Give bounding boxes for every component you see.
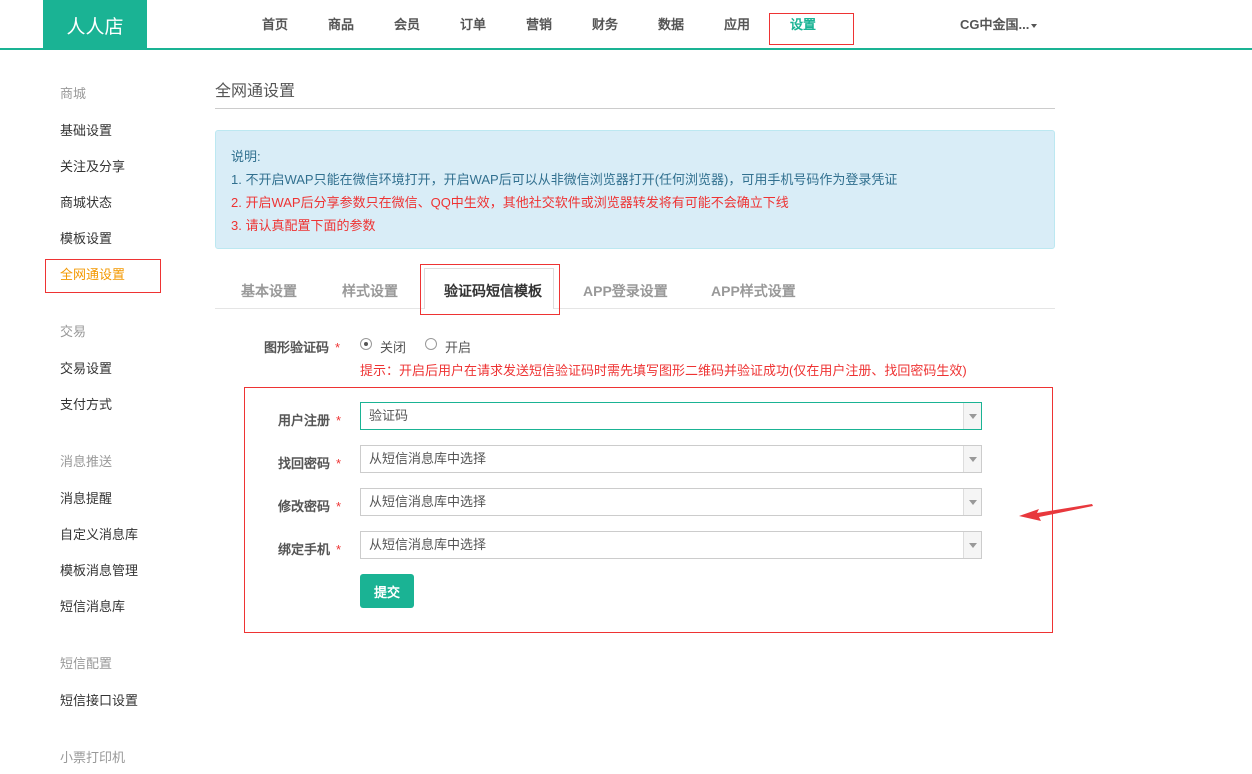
logo[interactable]: 人人店 xyxy=(43,0,147,50)
sidebar-group-messages: 消息推送 xyxy=(60,454,113,469)
change-password-template-select[interactable]: 从短信消息库中选择 xyxy=(360,488,982,516)
sidebar-item-template-message-management[interactable]: 模板消息管理 xyxy=(60,560,138,579)
nav-data[interactable]: 数据 xyxy=(658,0,684,50)
sidebar-item-template-settings[interactable]: 模板设置 xyxy=(60,228,112,247)
tab-basic-settings[interactable]: 基本设置 xyxy=(241,281,297,301)
captcha-label-text: 图形验证码 xyxy=(264,340,330,355)
register-template-value: 验证码 xyxy=(369,408,409,423)
required-mark: * xyxy=(336,542,342,557)
sidebar-item-custom-message-library[interactable]: 自定义消息库 xyxy=(60,524,138,543)
tab-sms-template[interactable]: 验证码短信模板 xyxy=(444,281,542,301)
sidebar-group-trade: 交易 xyxy=(60,324,87,339)
register-label: 用户注册 * xyxy=(278,410,341,429)
captcha-off-label[interactable]: 关闭 xyxy=(380,337,406,356)
dropdown-arrow-icon[interactable] xyxy=(963,403,981,429)
sidebar-active-highlight xyxy=(45,259,161,293)
change-password-label-text: 修改密码 xyxy=(278,499,331,514)
bind-phone-template-select[interactable]: 从短信消息库中选择 xyxy=(360,531,982,559)
caret-down-icon xyxy=(1031,23,1038,28)
sidebar-item-payment-methods[interactable]: 支付方式 xyxy=(60,394,112,413)
notice-line-1: 1. 不开启WAP只能在微信环境打开，开启WAP后可以从非微信浏览器打开(任何浏… xyxy=(231,172,898,187)
sidebar-item-sms-library[interactable]: 短信消息库 xyxy=(60,596,125,615)
dropdown-arrow-icon[interactable] xyxy=(963,489,981,515)
nav-finance[interactable]: 财务 xyxy=(592,0,618,50)
submit-button[interactable]: 提交 xyxy=(360,574,414,608)
captcha-hint: 提示：开启后用户在请求发送短信验证码时需先填写图形二维码并验证成功(仅在用户注册… xyxy=(360,363,967,378)
nav-orders[interactable]: 订单 xyxy=(460,0,486,50)
retrieve-password-template-select[interactable]: 从短信消息库中选择 xyxy=(360,445,982,473)
account-menu[interactable]: CG中金国... xyxy=(960,0,1038,50)
page-title: 全网通设置 xyxy=(215,83,296,100)
notice-heading: 说明: xyxy=(231,149,261,164)
retrieve-password-label-text: 找回密码 xyxy=(278,456,331,471)
bind-phone-template-value: 从短信消息库中选择 xyxy=(369,537,487,552)
notice-line-2: 2. 开启WAP后分享参数只在微信、QQ中生效，其他社交软件或浏览器转发将有可能… xyxy=(231,195,789,210)
nav-goods[interactable]: 商品 xyxy=(328,0,354,50)
retrieve-password-template-value: 从短信消息库中选择 xyxy=(369,451,487,466)
retrieve-password-label: 找回密码 * xyxy=(278,453,341,472)
tab-app-style[interactable]: APP样式设置 xyxy=(711,281,796,301)
change-password-label: 修改密码 * xyxy=(278,496,341,515)
sidebar-group-receipt-printer: 小票打印机 xyxy=(60,750,126,765)
sidebar-item-basic-settings[interactable]: 基础设置 xyxy=(60,120,112,139)
tab-style-settings[interactable]: 样式设置 xyxy=(342,281,398,301)
notice-line-3: 3. 请认真配置下面的参数 xyxy=(231,218,376,233)
captcha-on-label[interactable]: 开启 xyxy=(445,337,471,356)
sidebar-item-trade-settings[interactable]: 交易设置 xyxy=(60,358,112,377)
sidebar-group-sms-config: 短信配置 xyxy=(60,656,113,671)
required-mark: * xyxy=(336,413,342,428)
sidebar-group-mall: 商城 xyxy=(60,86,87,101)
dropdown-arrow-icon[interactable] xyxy=(963,446,981,472)
tab-app-login[interactable]: APP登录设置 xyxy=(583,281,668,301)
register-template-select[interactable]: 验证码 xyxy=(360,402,982,430)
annotation-arrow-icon xyxy=(1019,504,1093,521)
nav-settings-highlight xyxy=(769,13,854,45)
captcha-on-radio[interactable] xyxy=(425,338,437,350)
required-mark: * xyxy=(336,456,342,471)
captcha-label: 图形验证码 * xyxy=(264,337,340,356)
register-label-text: 用户注册 xyxy=(278,413,331,428)
bind-phone-label: 绑定手机 * xyxy=(278,539,341,558)
dropdown-arrow-icon[interactable] xyxy=(963,532,981,558)
top-navbar: 人人店 首页 商品 会员 订单 营销 财务 数据 应用 设置 CG中金国... xyxy=(0,0,1252,50)
captcha-off-radio[interactable] xyxy=(360,338,372,350)
sidebar-item-sms-interface[interactable]: 短信接口设置 xyxy=(60,690,138,709)
change-password-template-value: 从短信消息库中选择 xyxy=(369,494,487,509)
sidebar-item-follow-share[interactable]: 关注及分享 xyxy=(60,156,125,175)
sidebar-item-message-reminder[interactable]: 消息提醒 xyxy=(60,488,112,507)
divider xyxy=(215,108,1055,109)
nav-apps[interactable]: 应用 xyxy=(724,0,750,50)
required-mark: * xyxy=(336,499,342,514)
nav-home[interactable]: 首页 xyxy=(262,0,288,50)
nav-members[interactable]: 会员 xyxy=(394,0,420,50)
nav-marketing[interactable]: 营销 xyxy=(526,0,552,50)
account-name: CG中金国... xyxy=(960,17,1030,32)
info-notice: 说明: 1. 不开启WAP只能在微信环境打开，开启WAP后可以从非微信浏览器打开… xyxy=(215,130,1055,249)
required-mark: * xyxy=(335,340,341,355)
bind-phone-label-text: 绑定手机 xyxy=(278,542,331,557)
sidebar-item-mall-status[interactable]: 商城状态 xyxy=(60,192,112,211)
